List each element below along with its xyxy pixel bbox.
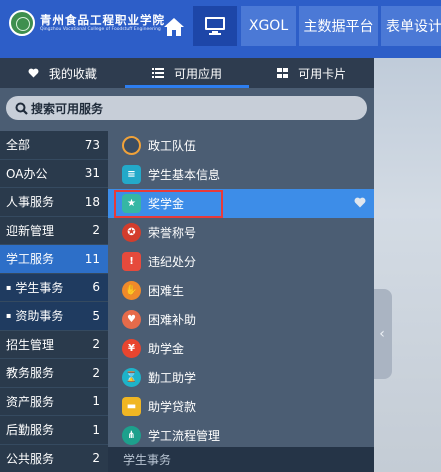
team-icon	[122, 136, 141, 155]
app-label: 勤工助学	[148, 371, 197, 385]
category-welcome[interactable]: 迎新管理 2	[0, 216, 108, 245]
app-label: 困难生	[148, 284, 185, 298]
app-discipline[interactable]: ! 违纪处分	[108, 247, 374, 276]
category-count: 2	[92, 223, 100, 238]
medal-icon: ✪	[122, 223, 141, 242]
nav-tab-xgol[interactable]: XGOL	[241, 6, 296, 46]
app-honor-title[interactable]: ✪ 荣誉称号	[108, 218, 374, 247]
nav-tab-master-data[interactable]: 主数据平台	[299, 6, 378, 46]
home-button[interactable]	[155, 9, 193, 45]
loan-icon: ▬	[122, 397, 141, 416]
category-count: 31	[84, 166, 100, 181]
category-public[interactable]: 公共服务 2	[0, 444, 108, 472]
college-emblem-icon	[9, 10, 35, 36]
favorite-heart-icon[interactable]	[354, 197, 366, 208]
app-political-team[interactable]: 政工队伍	[108, 131, 374, 160]
tab-available-apps-label: 可用应用	[174, 66, 223, 81]
logo-english-name: Qingzhou Vocational College of Foodstuff…	[40, 27, 161, 32]
category-count: 1	[92, 422, 100, 437]
student-card-icon: ≡	[122, 165, 141, 184]
category-count: 18	[84, 194, 100, 209]
app-label: 政工队伍	[148, 139, 197, 153]
app-label: 奖学金	[148, 197, 185, 211]
tab-favorites[interactable]: 我的收藏	[0, 58, 125, 88]
category-count: 2	[92, 365, 100, 380]
list-icon	[152, 68, 164, 78]
subcategory-student-affairs[interactable]: 学生事务 6	[0, 273, 108, 302]
category-hr[interactable]: 人事服务 18	[0, 188, 108, 217]
flow-icon: ⋔	[122, 426, 141, 445]
chevron-left-icon: ‹	[379, 326, 385, 342]
category-count: 11	[84, 251, 100, 266]
category-count: 5	[92, 308, 100, 323]
app-list: 政工队伍 ≡ 学生基本信息 ★ 奖学金 ✪ 荣誉称号 ! 违纪处分 ✋ 困难生 …	[108, 131, 374, 472]
app-label: 违纪处分	[148, 255, 197, 269]
category-admissions[interactable]: 招生管理 2	[0, 330, 108, 359]
service-panel: 我的收藏 可用应用 可用卡片 搜索可用服务 全部 73 OA办公 31 人事服务…	[0, 58, 374, 472]
college-logo[interactable]: 青州食品工程职业学院 Qingzhou Vocational College o…	[9, 9, 171, 37]
home-icon	[164, 18, 184, 36]
category-count: 2	[92, 451, 100, 466]
money-icon: ¥	[122, 339, 141, 358]
subcategory-financial-aid[interactable]: 资助事务 5	[0, 302, 108, 331]
category-student-work[interactable]: 学工服务 11	[0, 245, 108, 274]
app-center-button[interactable]	[193, 6, 237, 46]
heart-icon	[28, 68, 39, 78]
app-label: 助学贷款	[148, 400, 197, 414]
collapse-panel-handle[interactable]: ‹	[372, 289, 392, 379]
app-label: 助学金	[148, 342, 185, 356]
tab-available-cards[interactable]: 可用卡片	[249, 58, 374, 88]
app-label: 荣誉称号	[148, 226, 197, 240]
hand-icon: ✋	[122, 281, 141, 300]
nav-tab-form-design[interactable]: 表单设计	[381, 6, 441, 46]
search-icon	[15, 102, 28, 115]
app-scholarship[interactable]: ★ 奖学金	[108, 189, 374, 218]
search-placeholder: 搜索可用服务	[31, 101, 104, 116]
category-count: 6	[92, 280, 100, 295]
monitor-icon	[205, 17, 225, 35]
tab-available-cards-label: 可用卡片	[298, 66, 347, 81]
top-navigation-bar: 青州食品工程职业学院 Qingzhou Vocational College o…	[0, 0, 441, 58]
grid-icon	[277, 68, 289, 78]
app-label: 学生基本信息	[148, 168, 221, 182]
award-icon: ★	[122, 194, 141, 213]
category-count: 1	[92, 394, 100, 409]
app-label: 困难补助	[148, 313, 197, 327]
app-grant[interactable]: ¥ 助学金	[108, 334, 374, 363]
subsidy-icon: ♥	[122, 310, 141, 329]
category-academic[interactable]: 教务服务 2	[0, 359, 108, 388]
warning-icon: !	[122, 252, 141, 271]
app-workflow-management[interactable]: ⋔ 学工流程管理	[108, 421, 374, 450]
app-label: 学工流程管理	[148, 429, 221, 443]
category-list: 全部 73 OA办公 31 人事服务 18 迎新管理 2 学工服务 11 学生事…	[0, 131, 108, 472]
category-count: 2	[92, 337, 100, 352]
app-hardship-subsidy[interactable]: ♥ 困难补助	[108, 305, 374, 334]
category-oa[interactable]: OA办公 31	[0, 159, 108, 188]
app-work-study[interactable]: ⌛ 勤工助学	[108, 363, 374, 392]
section-header-student-affairs: 学生事务	[108, 447, 374, 472]
logo-chinese-name: 青州食品工程职业学院	[40, 13, 165, 27]
hourglass-icon: ⌛	[122, 368, 141, 387]
tab-available-apps[interactable]: 可用应用	[124, 58, 250, 88]
category-assets[interactable]: 资产服务 1	[0, 387, 108, 416]
app-student-loan[interactable]: ▬ 助学贷款	[108, 392, 374, 421]
panel-tabs: 我的收藏 可用应用 可用卡片	[0, 58, 374, 88]
tab-favorites-label: 我的收藏	[48, 66, 97, 81]
category-count: 73	[84, 137, 100, 152]
category-logistics[interactable]: 后勤服务 1	[0, 416, 108, 445]
search-input[interactable]: 搜索可用服务	[6, 96, 367, 120]
app-needy-students[interactable]: ✋ 困难生	[108, 276, 374, 305]
app-student-info[interactable]: ≡ 学生基本信息	[108, 160, 374, 189]
category-all[interactable]: 全部 73	[0, 131, 108, 160]
